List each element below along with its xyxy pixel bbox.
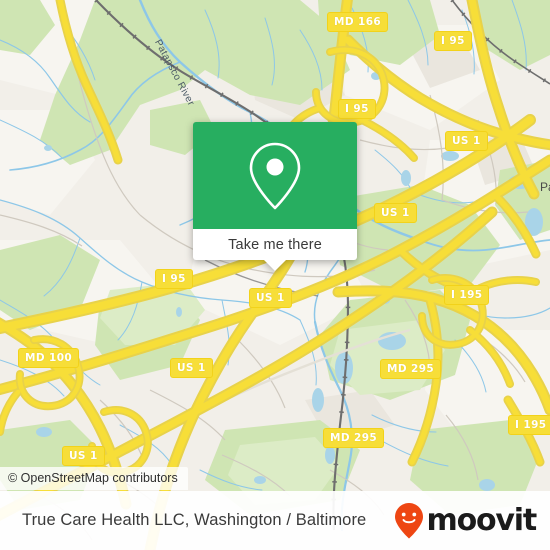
popup-pointer <box>264 260 286 271</box>
road-shield: US 1 <box>249 288 292 308</box>
road-shield: I 195 <box>444 285 490 305</box>
location-popup-card[interactable]: Take me there <box>193 122 357 271</box>
road-shield: US 1 <box>374 203 417 223</box>
moovit-wordmark: moovit <box>426 502 538 538</box>
road-shield: I 95 <box>155 269 193 289</box>
road-shield: I 95 <box>338 99 376 119</box>
map-pin-icon <box>249 142 301 209</box>
road-shield: MD 166 <box>327 12 389 32</box>
osm-attribution[interactable]: © OpenStreetMap contributors <box>0 467 188 490</box>
popup-action-bar[interactable]: Take me there <box>193 229 357 271</box>
place-label: Pa <box>540 180 550 194</box>
location-title: True Care Health LLC, Washington / Balti… <box>22 511 367 529</box>
road-shield: US 1 <box>62 446 105 466</box>
road-shield: MD 295 <box>323 428 385 448</box>
take-me-there-label: Take me there <box>228 236 322 253</box>
moovit-logo[interactable]: moovit <box>394 502 538 540</box>
map-screenshot-root: MD 166 I 95 I 95 US 1 US 1 I 95 US 1 I 195 MD 10… <box>0 0 550 550</box>
footer-bar: True Care Health LLC, Washington / Balti… <box>0 491 550 550</box>
road-shield: US 1 <box>445 131 488 151</box>
road-shield: I 195 <box>508 415 550 435</box>
road-shield: US 1 <box>170 358 213 378</box>
road-shield: I 95 <box>434 31 472 51</box>
popup-header <box>193 122 357 229</box>
moovit-pin-icon <box>394 502 423 538</box>
road-shield: MD 295 <box>380 359 442 379</box>
road-shield: MD 100 <box>18 348 80 368</box>
